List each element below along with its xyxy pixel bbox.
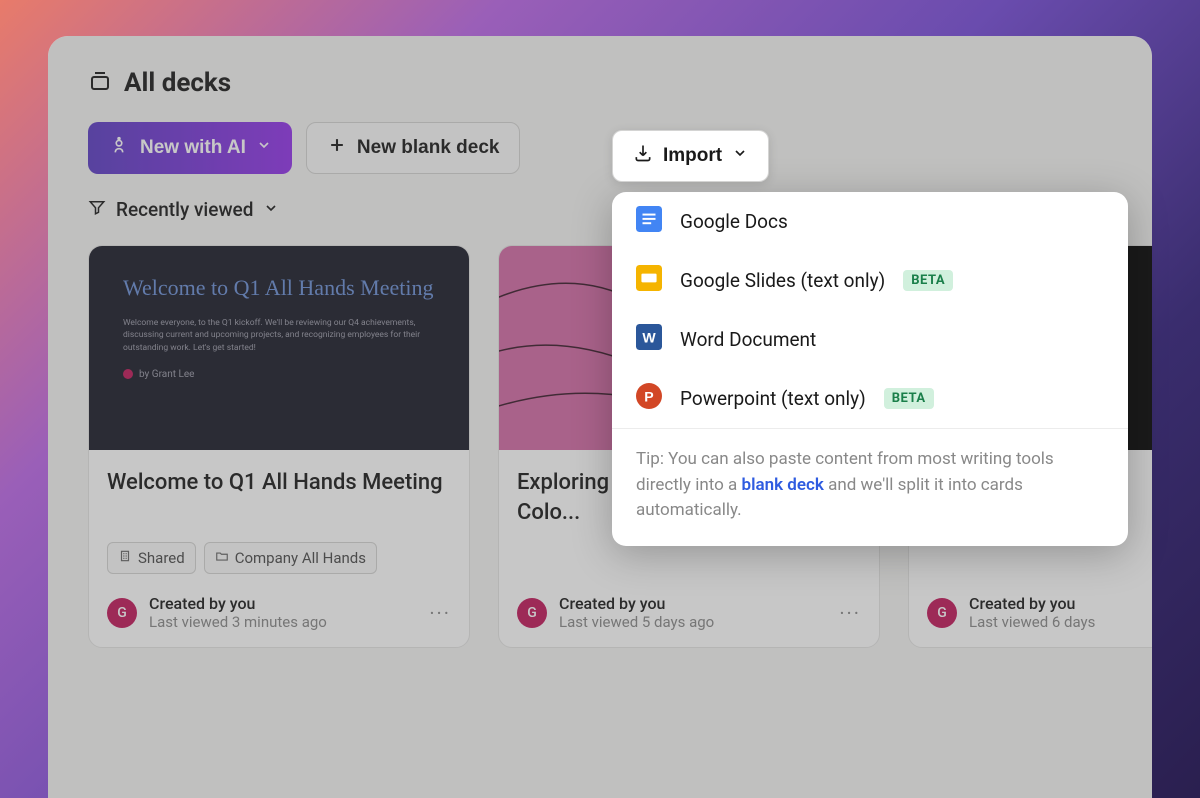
blank-deck-link[interactable]: blank deck	[742, 475, 824, 495]
tag-shared[interactable]: Shared	[107, 542, 196, 574]
card-more-button[interactable]: ···	[839, 601, 861, 625]
viewed-label: Last viewed 6 days	[969, 613, 1152, 631]
creator-label: Created by you	[559, 594, 827, 613]
import-popover: Import Google Docs Google Slides (text o…	[612, 130, 1128, 546]
chevron-down-icon	[256, 137, 272, 159]
avatar: G	[517, 598, 547, 628]
building-icon	[118, 549, 132, 567]
import-word[interactable]: W Word Document	[612, 310, 1128, 369]
import-google-slides[interactable]: Google Slides (text only) BETA	[612, 251, 1128, 310]
import-tip: Tip: You can also paste content from mos…	[612, 428, 1128, 546]
avatar: G	[927, 598, 957, 628]
creator-label: Created by you	[149, 594, 417, 613]
card-more-button[interactable]: ···	[429, 601, 451, 625]
svg-text:P: P	[644, 388, 653, 404]
folder-icon	[215, 549, 229, 567]
beta-badge: BETA	[884, 388, 934, 409]
svg-text:W: W	[642, 329, 656, 345]
import-button[interactable]: Import	[612, 130, 769, 182]
ai-icon	[108, 134, 130, 162]
author-avatar-dot	[123, 369, 133, 379]
new-with-ai-button[interactable]: New with AI	[88, 122, 292, 174]
filter-icon	[88, 198, 106, 221]
decks-icon	[88, 69, 112, 97]
page-title: All decks	[124, 68, 231, 98]
new-blank-deck-button[interactable]: New blank deck	[306, 122, 521, 174]
avatar: G	[107, 598, 137, 628]
deck-card[interactable]: Welcome to Q1 All Hands Meeting Welcome …	[88, 245, 470, 648]
powerpoint-icon: P	[636, 383, 662, 414]
word-icon: W	[636, 324, 662, 355]
viewed-label: Last viewed 5 days ago	[559, 613, 827, 631]
import-powerpoint[interactable]: P Powerpoint (text only) BETA	[612, 369, 1128, 428]
chevron-down-icon	[732, 145, 748, 167]
chevron-down-icon	[263, 198, 279, 221]
google-slides-icon	[636, 265, 662, 296]
import-icon	[633, 143, 653, 169]
import-menu: Google Docs Google Slides (text only) BE…	[612, 192, 1128, 546]
deck-title: Welcome to Q1 All Hands Meeting	[107, 468, 451, 528]
deck-thumbnail: Welcome to Q1 All Hands Meeting Welcome …	[89, 246, 469, 450]
viewed-label: Last viewed 3 minutes ago	[149, 613, 417, 631]
plus-icon	[327, 135, 347, 161]
google-docs-icon	[636, 206, 662, 237]
tag-folder[interactable]: Company All Hands	[204, 542, 377, 574]
page-header: All decks	[88, 68, 1112, 98]
creator-label: Created by you	[969, 594, 1152, 613]
beta-badge: BETA	[903, 270, 953, 291]
import-google-docs[interactable]: Google Docs	[612, 192, 1128, 251]
